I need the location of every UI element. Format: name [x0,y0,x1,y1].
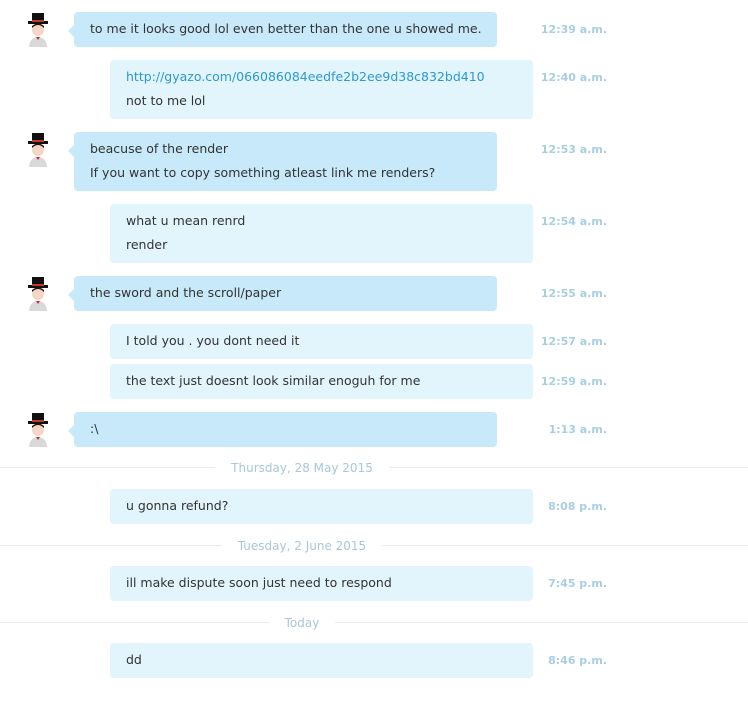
message-text: to me it looks good lol even better than… [90,21,482,36]
message-text: I told you . you dont need it [126,333,300,348]
message-bubble-outgoing[interactable]: I told you . you dont need it [110,324,533,359]
avatar-icon[interactable] [24,276,52,312]
message-text: the sword and the scroll/paper [90,285,282,300]
message-text: beacuse of the render [90,141,229,156]
message-bubble-outgoing[interactable]: ill make dispute soon just need to respo… [110,566,533,601]
avatar-icon[interactable] [24,132,52,168]
date-separator: Thursday, 28 May 2015 [0,460,604,476]
message-bubble-outgoing[interactable]: the text just doesnt look similar enoguh… [110,364,533,399]
message-timestamp: 8:46 p.m. [548,654,607,667]
message-timestamp: 7:45 p.m. [548,577,607,590]
message-link[interactable]: http://gyazo.com/066086084eedfe2b2ee9d38… [126,69,517,93]
message-timestamp: 12:40 a.m. [540,71,607,84]
message-bubble-incoming[interactable]: to me it looks good lol even better than… [68,12,497,47]
message-text: u gonna refund? [126,498,229,513]
message-bubble-incoming[interactable]: :\ [68,412,497,447]
message-text: ill make dispute soon just need to respo… [126,575,392,590]
message-timestamp: 8:08 p.m. [548,500,607,513]
message-bubble-outgoing[interactable]: what u mean renrd render [110,204,533,263]
message-timestamp: 12:39 a.m. [540,23,607,36]
message-timestamp: 12:54 a.m. [540,215,607,228]
message-bubble-incoming[interactable]: beacuse of the render If you want to cop… [68,132,497,191]
message-timestamp: 12:53 a.m. [540,143,607,156]
message-bubble-outgoing[interactable]: http://gyazo.com/066086084eedfe2b2ee9d38… [110,60,533,119]
message-text: :\ [90,421,99,436]
message-text: dd [126,652,142,667]
message-text: not to me lol [126,93,206,108]
message-text: If you want to copy something atleast li… [90,165,436,180]
message-timestamp: 1:13 a.m. [548,423,607,436]
message-bubble-incoming[interactable]: the sword and the scroll/paper [68,276,497,311]
message-text: render [126,237,168,252]
message-bubble-outgoing[interactable]: dd [110,643,533,678]
date-separator: Tuesday, 2 June 2015 [0,538,604,554]
message-timestamp: 12:59 a.m. [540,375,607,388]
message-bubble-outgoing[interactable]: u gonna refund? [110,489,533,524]
message-text: the text just doesnt look similar enoguh… [126,373,421,388]
message-timestamp: 12:55 a.m. [540,287,607,300]
date-separator-label: Thursday, 28 May 2015 [215,461,389,475]
message-text: what u mean renrd [126,213,246,228]
date-separator: Today [0,615,604,631]
message-timestamp: 12:57 a.m. [540,335,607,348]
date-separator-label: Today [268,616,336,630]
avatar-icon[interactable] [24,12,52,48]
date-separator-label: Tuesday, 2 June 2015 [221,539,383,553]
avatar-icon[interactable] [24,412,52,448]
